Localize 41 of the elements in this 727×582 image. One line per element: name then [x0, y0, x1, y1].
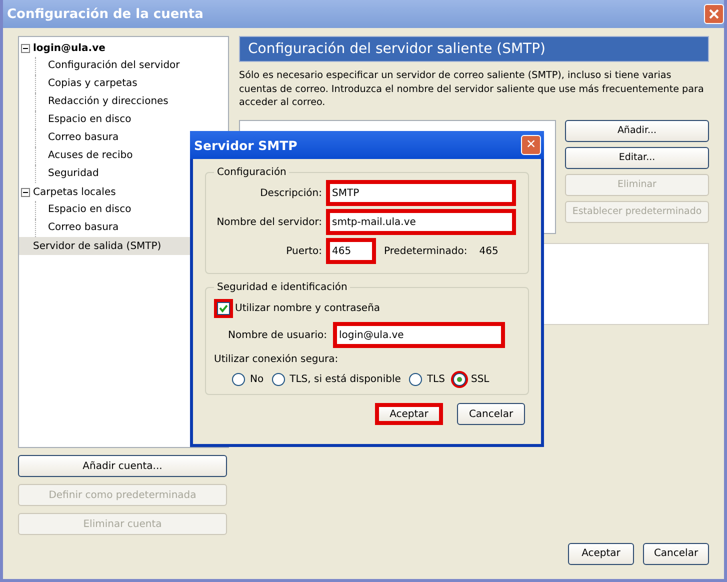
- radio-label: SSL: [470, 374, 490, 385]
- tree-item[interactable]: login@ula.ve: [19, 39, 228, 57]
- dialog-button[interactable]: Cancelar: [457, 403, 525, 425]
- username-field[interactable]: login@ula.ve: [332, 322, 505, 348]
- collapse-icon[interactable]: [21, 188, 30, 196]
- radio-label: TLS, si está disponible: [290, 374, 401, 385]
- check-icon: [219, 304, 228, 313]
- account-button[interactable]: Añadir cuenta...: [18, 455, 227, 477]
- window-title: Configuración de la cuenta: [7, 6, 204, 22]
- secure-connection-label: Utilizar conexión segura:: [214, 354, 340, 365]
- group-label: Seguridad e identificación: [216, 282, 348, 293]
- close-icon: [709, 9, 719, 19]
- tree-item[interactable]: Espacio en disco: [35, 111, 228, 129]
- tree-item[interactable]: Copias y carpetas: [35, 75, 228, 93]
- close-button[interactable]: [704, 4, 724, 24]
- checkbox[interactable]: [214, 299, 233, 318]
- server-button[interactable]: Editar...: [565, 146, 709, 168]
- default-value: 465: [479, 246, 498, 256]
- field-label: Nombre de usuario:: [228, 330, 327, 340]
- footer-button[interactable]: Cancelar: [643, 542, 709, 564]
- panel-heading: Configuración del servidor saliente (SMTP): [239, 36, 709, 62]
- field-label: Descripción:: [259, 188, 322, 198]
- close-button[interactable]: ×: [521, 135, 541, 155]
- radio-button[interactable]: [230, 371, 247, 388]
- text-field[interactable]: SMTP: [326, 180, 516, 206]
- tree-item[interactable]: Configuración del servidor: [35, 57, 228, 75]
- field-label: Puerto:: [285, 246, 322, 256]
- port-field[interactable]: 465: [326, 238, 376, 264]
- radio-button[interactable]: [450, 371, 468, 388]
- collapse-icon[interactable]: [21, 44, 30, 52]
- tree-item[interactable]: Redacción y direcciones: [35, 93, 228, 111]
- default-label: Predeterminado:: [384, 246, 468, 256]
- dialog-button[interactable]: Aceptar: [375, 403, 443, 425]
- text-field[interactable]: smtp-mail.ula.ve: [326, 209, 516, 235]
- radio-label: No: [250, 374, 264, 385]
- checkbox-label: Utilizar nombre y contraseña: [235, 303, 380, 314]
- panel-description: Sólo es necesario especificar un servidor de correo saliente (SMTP), incluso si tiene varias cuentas de correo. Introduzca el nombre del servidor saliente que use más frecuentemente para acceder al correo.: [239, 69, 705, 110]
- server-button[interactable]: Añadir...: [565, 120, 709, 142]
- radio-label: TLS: [426, 374, 445, 385]
- tree-item[interactable]: Carpetas locales: [19, 183, 228, 201]
- footer-button[interactable]: Aceptar: [568, 542, 634, 564]
